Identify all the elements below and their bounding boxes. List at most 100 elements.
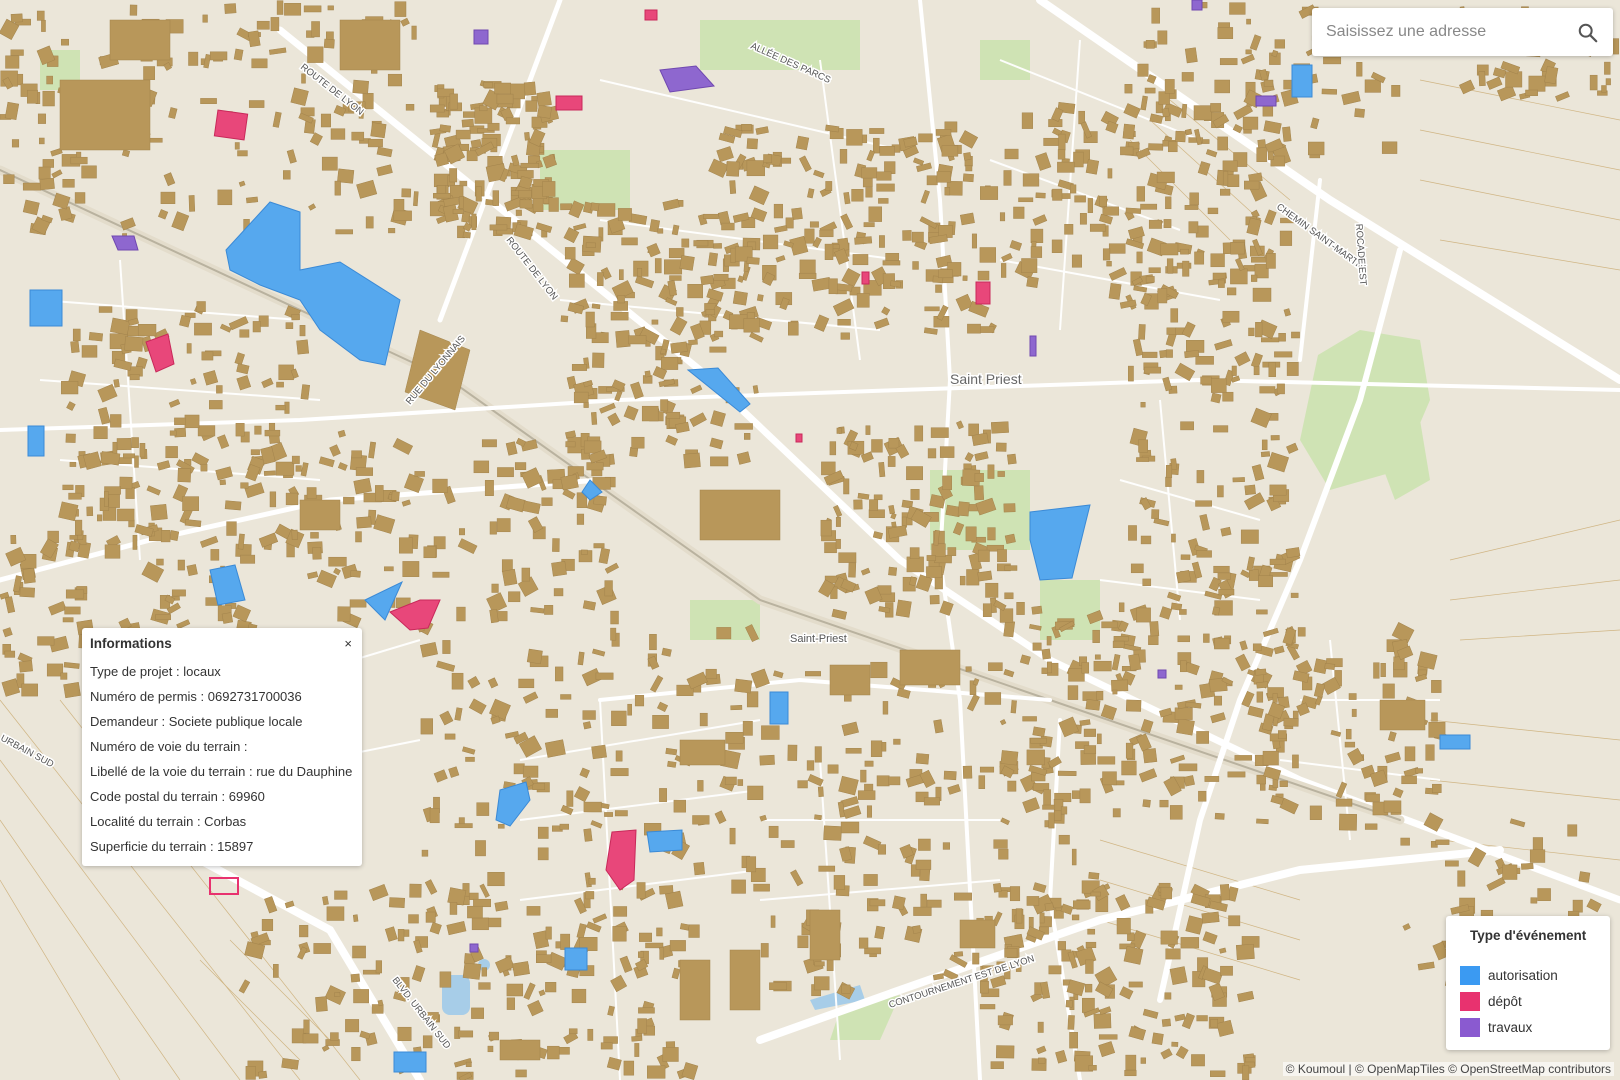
building [746,856,757,873]
building [1196,550,1212,558]
legend-item-travaux[interactable]: travaux [1460,1018,1532,1037]
building [19,587,35,598]
building [22,182,42,191]
building [585,242,596,248]
building [1256,681,1269,689]
building [186,564,198,577]
close-icon[interactable]: × [344,636,352,651]
building [491,583,499,593]
building [995,442,1007,452]
legend-label: travaux [1488,1020,1533,1035]
label-city: Saint Priest [950,371,1022,387]
building [787,744,798,761]
building [100,451,121,466]
building [664,259,683,275]
building [1013,206,1025,219]
building [449,93,458,110]
building [744,433,751,440]
building [1089,223,1106,232]
building [39,137,45,145]
building [1163,219,1172,228]
address-search-input[interactable] [1324,8,1568,56]
map-canvas[interactable]: Saint Priest Saint-Priest ROUTE DE LYON … [0,0,1620,1080]
building [651,319,659,325]
building [615,330,631,348]
building [1589,74,1598,91]
building [537,104,553,119]
building [1101,621,1118,629]
building [334,992,341,997]
map-legend: Type d'événement autorisation dépôt trav… [1446,916,1610,1050]
building [615,750,623,762]
building [1009,886,1021,902]
building [1182,260,1190,277]
building [124,336,144,352]
building [487,1045,494,1053]
building [470,139,482,149]
building [1099,195,1107,207]
building [408,914,419,924]
building [1259,386,1276,394]
building [542,181,556,197]
building [1125,1054,1137,1071]
building [1290,592,1299,598]
building [1219,883,1231,901]
building [240,482,249,489]
building [323,38,335,49]
building [1112,640,1125,648]
building [10,534,17,545]
building [814,746,822,763]
building [1270,435,1280,441]
building [81,345,98,358]
building [978,549,990,562]
building [1060,806,1068,815]
building [405,104,415,111]
building [676,307,684,317]
building [1227,287,1237,296]
legend-item-autorisation[interactable]: autorisation [1460,966,1558,985]
building [1222,160,1238,172]
building [1256,609,1268,615]
map-attribution[interactable]: © Koumoul | © OpenMapTiles © OpenStreetM… [1282,1062,1614,1076]
building [1176,718,1195,736]
building [494,82,511,95]
building [821,461,836,476]
building [909,547,920,559]
building [731,879,746,894]
building [1180,421,1194,431]
building [97,514,103,522]
building [235,423,245,437]
building [171,589,186,597]
building [560,315,569,323]
building [781,157,792,164]
building [1257,139,1266,149]
search-icon[interactable] [1577,22,1599,44]
building [823,825,842,841]
building [962,765,973,779]
building [370,122,387,139]
building [273,964,279,978]
building [269,491,277,508]
building [132,535,138,550]
building [303,5,322,13]
legend-item-depot[interactable]: dépôt [1460,992,1522,1011]
building [1142,578,1152,587]
building [522,765,539,778]
building [537,847,549,861]
building [219,479,226,486]
building [143,66,155,80]
building [202,14,208,23]
building [1269,558,1286,565]
building [458,1030,474,1038]
building [1004,533,1016,544]
building [610,768,629,777]
building [478,982,491,990]
building [476,802,490,816]
building [804,228,815,244]
building [201,351,214,361]
building [977,270,990,281]
building [725,732,744,744]
building [926,175,938,186]
building [1265,253,1276,269]
building [1128,365,1134,382]
